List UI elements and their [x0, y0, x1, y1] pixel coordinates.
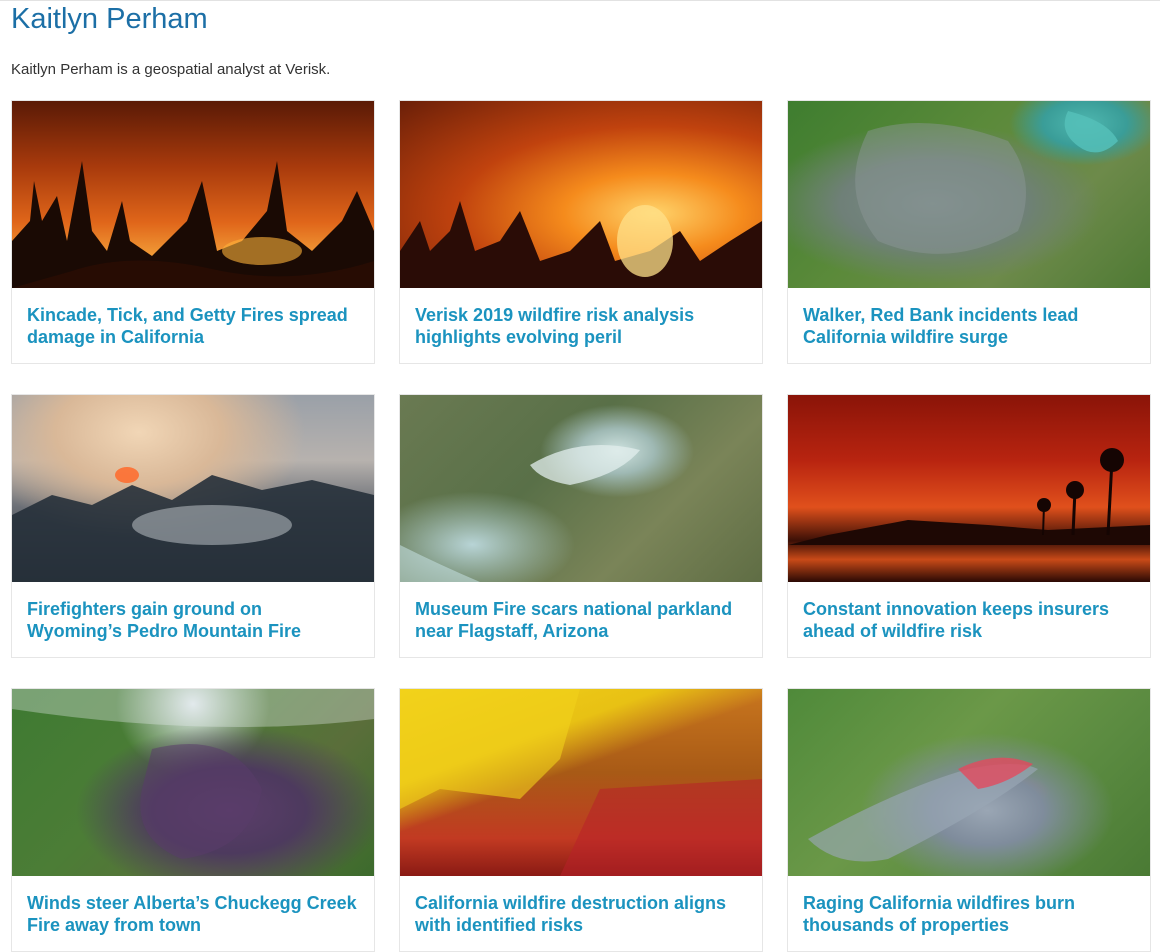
article-title[interactable]: Kincade, Tick, and Getty Fires spread da… [12, 288, 374, 348]
article-card[interactable]: Raging California wildfires burn thousan… [787, 688, 1151, 952]
article-grid: Kincade, Tick, and Getty Fires spread da… [11, 100, 1151, 952]
article-card[interactable]: Firefighters gain ground on Wyoming’s Pe… [11, 394, 375, 658]
article-title[interactable]: Walker, Red Bank incidents lead Californ… [788, 288, 1150, 348]
article-title[interactable]: California wildfire destruction aligns w… [400, 876, 762, 936]
author-bio: Kaitlyn Perham is a geospatial analyst a… [11, 61, 331, 78]
article-thumbnail[interactable] [788, 689, 1150, 876]
article-title[interactable]: Verisk 2019 wildfire risk analysis highl… [400, 288, 762, 348]
article-card[interactable]: Kincade, Tick, and Getty Fires spread da… [11, 100, 375, 364]
article-title[interactable]: Winds steer Alberta’s Chuckegg Creek Fir… [12, 876, 374, 936]
article-title[interactable]: Constant innovation keeps insurers ahead… [788, 582, 1150, 642]
page-title: Kaitlyn Perham [11, 3, 208, 35]
article-card[interactable]: Walker, Red Bank incidents lead Californ… [787, 100, 1151, 364]
article-thumbnail[interactable] [400, 395, 762, 582]
article-thumbnail[interactable] [788, 101, 1150, 288]
article-thumbnail[interactable] [12, 395, 374, 582]
article-card[interactable]: California wildfire destruction aligns w… [399, 688, 763, 952]
article-title[interactable]: Firefighters gain ground on Wyoming’s Pe… [12, 582, 374, 642]
article-title[interactable]: Raging California wildfires burn thousan… [788, 876, 1150, 936]
article-card[interactable]: Constant innovation keeps insurers ahead… [787, 394, 1151, 658]
article-card[interactable]: Verisk 2019 wildfire risk analysis highl… [399, 100, 763, 364]
article-thumbnail[interactable] [12, 101, 374, 288]
article-thumbnail[interactable] [400, 689, 762, 876]
article-thumbnail[interactable] [400, 101, 762, 288]
article-thumbnail[interactable] [12, 689, 374, 876]
top-divider [0, 0, 1160, 1]
article-card[interactable]: Winds steer Alberta’s Chuckegg Creek Fir… [11, 688, 375, 952]
article-card[interactable]: Museum Fire scars national parkland near… [399, 394, 763, 658]
article-title[interactable]: Museum Fire scars national parkland near… [400, 582, 762, 642]
article-thumbnail[interactable] [788, 395, 1150, 582]
